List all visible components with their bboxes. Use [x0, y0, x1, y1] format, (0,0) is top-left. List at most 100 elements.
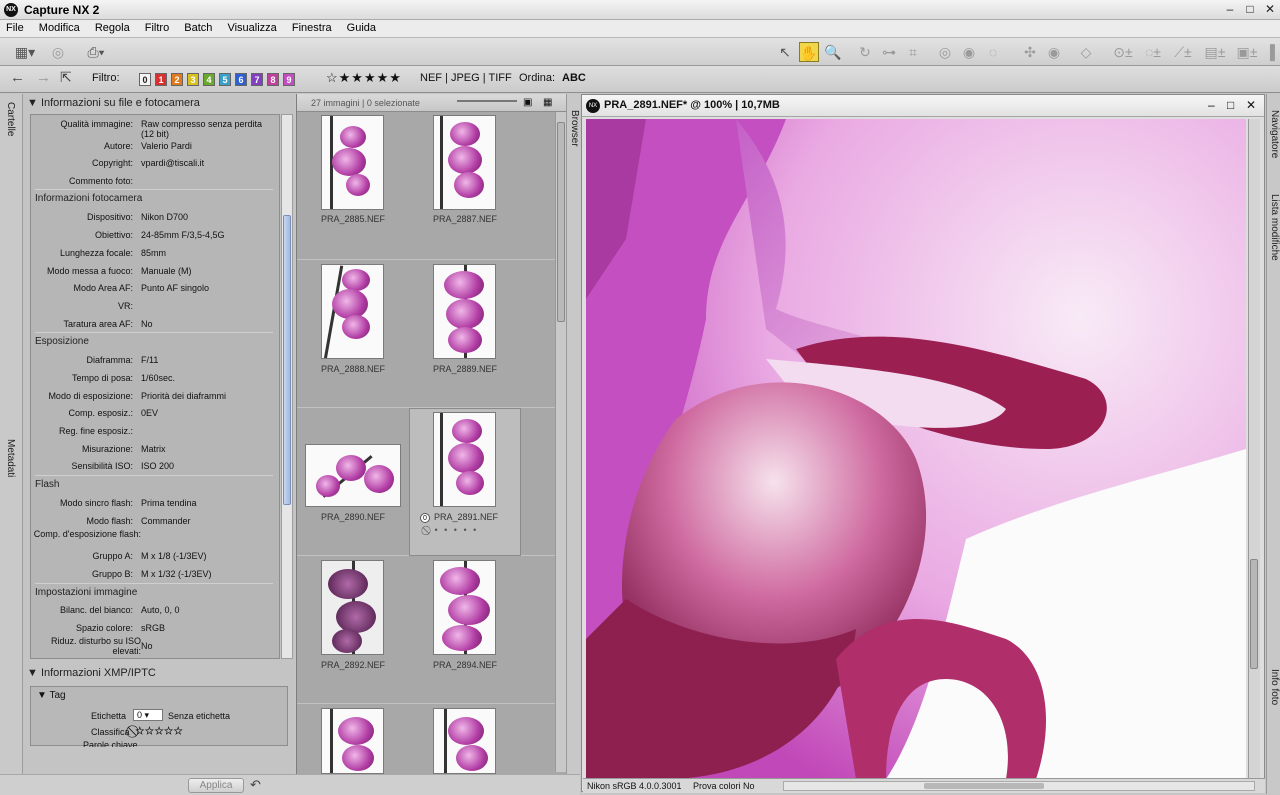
view-single-icon[interactable]: ▣: [523, 97, 532, 108]
thumbnail-cell[interactable]: PRA_2890.NEF: [297, 408, 409, 556]
more-tools-icon[interactable]: ▐: [1262, 42, 1278, 62]
scroll-thumb[interactable]: [1250, 559, 1258, 669]
filter-label-3[interactable]: 3: [187, 73, 199, 86]
filter-label-2[interactable]: 2: [171, 73, 183, 86]
undo-icon[interactable]: ↶: [250, 777, 261, 793]
thumbnail-filename: PRA_2890.NEF: [320, 512, 386, 522]
view-grid-icon[interactable]: ▦: [543, 97, 552, 108]
info-key: Qualità immagine:: [60, 119, 133, 129]
color-profile: Nikon sRGB 4.0.0.3001: [587, 781, 682, 791]
label-dropdown[interactable]: 0 ▾: [133, 709, 163, 721]
tab-cartelle[interactable]: Cartelle: [5, 102, 16, 136]
menu-filtro[interactable]: Filtro: [139, 20, 175, 34]
thumb-size-slider[interactable]: [457, 100, 517, 102]
eye-icon[interactable]: ◉: [1044, 42, 1064, 62]
thumbnail-cell[interactable]: PRA_2892.NEF: [297, 556, 409, 704]
menu-regola[interactable]: Regola: [89, 20, 136, 34]
crop-icon[interactable]: ⌗: [903, 42, 923, 62]
browser-panel: 27 immagini | 0 selezionate ▣ ▦ PRA_2885…: [296, 94, 567, 774]
brush-icon[interactable]: ⟋±: [1170, 42, 1196, 62]
eraser-icon[interactable]: ◇: [1076, 42, 1096, 62]
menu-modifica[interactable]: Modifica: [33, 20, 86, 34]
red-eye-icon[interactable]: ◎: [935, 42, 955, 62]
info-key: Tempo di posa:: [71, 373, 133, 383]
tag-header[interactable]: ▼ Tag: [37, 690, 66, 701]
thumbnail-cell[interactable]: [297, 704, 409, 774]
up-folder-icon[interactable]: ⇱: [60, 69, 72, 86]
doc-close-icon[interactable]: ✕: [1246, 98, 1256, 112]
menu-visualizza[interactable]: Visualizza: [221, 20, 282, 34]
filter-label-7[interactable]: 7: [251, 73, 263, 86]
apply-button[interactable]: Applica: [188, 778, 244, 793]
auto-retouch-icon[interactable]: ✣: [1020, 42, 1040, 62]
thumbnail-cell[interactable]: PRA_2888.NEF: [297, 260, 409, 408]
xmp-header[interactable]: ▼ Informazioni XMP/IPTC: [27, 667, 291, 683]
gradient-icon[interactable]: ▤±: [1202, 42, 1228, 62]
straighten-icon[interactable]: ⊶: [879, 42, 899, 62]
filter-label-0[interactable]: 0: [139, 73, 151, 86]
photo-vertical-scrollbar[interactable]: [1248, 119, 1260, 779]
file-info-header[interactable]: ▼ Informazioni su file e fotocamera: [27, 97, 291, 113]
thumbnail-cell[interactable]: PRA_2889.NEF: [409, 260, 521, 408]
rating-filter-stars[interactable]: ☆★★★★★: [326, 70, 402, 86]
minimize-icon[interactable]: –: [1222, 3, 1238, 17]
filter-label-4[interactable]: 4: [203, 73, 215, 86]
filter-label-9[interactable]: 9: [283, 73, 295, 86]
hand-tool-icon[interactable]: ✋: [799, 42, 819, 62]
file-info-header-label: Informazioni su file e fotocamera: [40, 97, 200, 109]
lasso-icon[interactable]: ◌±: [1140, 42, 1166, 62]
filter-label-6[interactable]: 6: [235, 73, 247, 86]
print-icon[interactable]: ⎙▾: [80, 42, 112, 62]
menu-file[interactable]: File: [0, 20, 30, 34]
thumbnail-image: [305, 444, 401, 507]
forward-arrow-icon[interactable]: →: [36, 69, 51, 86]
info-value: 24-85mm F/3,5-4,5G: [141, 230, 225, 240]
keywords-label: Parole chiave: [83, 740, 138, 747]
thumbnail-cell[interactable]: PRA_2894.NEF: [409, 556, 521, 704]
white-point-icon[interactable]: ◌: [983, 42, 1003, 62]
thumbnail-cell[interactable]: [409, 704, 521, 774]
scroll-thumb[interactable]: [283, 215, 291, 505]
label-dropdown-value: 0: [137, 710, 143, 720]
tab-browser[interactable]: Browser: [569, 110, 580, 147]
proof-colors[interactable]: Prova colori No: [693, 781, 755, 791]
info-value: M x 1/32 (-1/3EV): [141, 569, 212, 579]
black-point-icon[interactable]: ◉: [959, 42, 979, 62]
scroll-thumb[interactable]: [557, 122, 565, 322]
filter-label-8[interactable]: 8: [267, 73, 279, 86]
tab-lista-modifiche[interactable]: Lista modifiche: [1269, 194, 1280, 261]
photo-horizontal-scrollbar[interactable]: [783, 781, 1255, 791]
menu-finestra[interactable]: Finestra: [286, 20, 338, 34]
rating-stars[interactable]: ⃠☆☆☆☆☆: [135, 724, 183, 739]
filter-label-5[interactable]: 5: [219, 73, 231, 86]
scroll-thumb[interactable]: [924, 783, 1044, 789]
info-key: Diaframma:: [86, 355, 133, 365]
thumbnail-rating[interactable]: ⃠ • • • • •: [428, 525, 478, 536]
orchid-photo[interactable]: [586, 119, 1246, 779]
fill-icon[interactable]: ▣±: [1234, 42, 1260, 62]
camera-icon[interactable]: ◎: [48, 42, 68, 62]
format-filter[interactable]: NEF | JPEG | TIFF: [420, 72, 512, 84]
doc-minimize-icon[interactable]: –: [1208, 98, 1215, 112]
thumbnail-cell[interactable]: PRA_2885.NEF: [297, 112, 409, 260]
thumbnail-cell-selected[interactable]: 0 PRA_2891.NEF ⃠ • • • • •: [409, 408, 521, 556]
control-point-icon[interactable]: ⊙±: [1110, 42, 1136, 62]
select-arrow-icon[interactable]: ↖: [775, 42, 795, 62]
grid-layout-icon[interactable]: ▦▾: [12, 42, 38, 62]
filter-label-1[interactable]: 1: [155, 73, 167, 86]
thumbnail-cell[interactable]: PRA_2887.NEF: [409, 112, 521, 260]
close-icon[interactable]: ✕: [1262, 3, 1278, 17]
zoom-icon[interactable]: 🔍: [823, 42, 843, 62]
image-window: NX PRA_2891.NEF* @ 100% | 10,7MB – □ ✕: [581, 94, 1265, 792]
tab-info-foto[interactable]: Info foto: [1269, 669, 1280, 705]
rotate-icon[interactable]: ↻: [855, 42, 875, 62]
tab-navigatore[interactable]: Navigatore: [1269, 110, 1280, 158]
back-arrow-icon[interactable]: ←: [10, 69, 25, 86]
doc-maximize-icon[interactable]: □: [1227, 98, 1234, 112]
menu-batch[interactable]: Batch: [178, 20, 218, 34]
tab-metadati[interactable]: Metadati: [5, 439, 16, 477]
sort-dropdown[interactable]: ABC: [562, 72, 586, 84]
info-scrollbar[interactable]: [281, 114, 293, 659]
maximize-icon[interactable]: □: [1242, 3, 1258, 17]
menu-guida[interactable]: Guida: [341, 20, 382, 34]
